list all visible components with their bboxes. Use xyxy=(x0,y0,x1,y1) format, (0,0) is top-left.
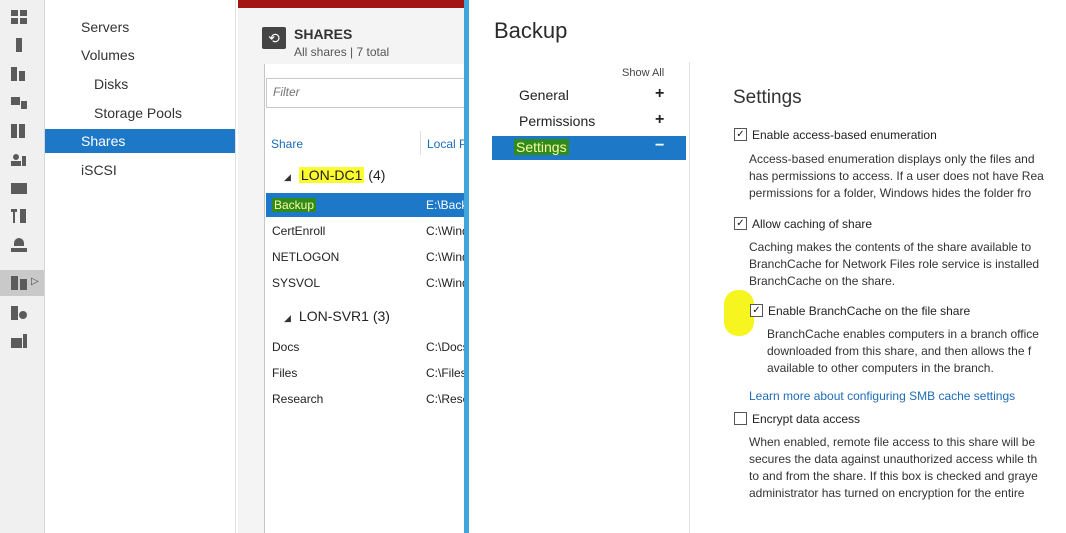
nav-item-disks[interactable]: Disks xyxy=(45,72,235,96)
nav-item-volumes[interactable]: Volumes xyxy=(45,43,235,67)
filter-box[interactable] xyxy=(266,78,469,108)
file-storage-nav: Servers Volumes Disks Storage Pools Shar… xyxy=(45,0,236,533)
dialog-left-border xyxy=(464,0,469,533)
collapse-minus-icon[interactable]: − xyxy=(655,137,664,155)
dialog-nav-general[interactable]: General + xyxy=(492,84,686,108)
dialog-title: Backup xyxy=(494,18,568,43)
group-header-lon-svr1[interactable]: ◢ LON-SVR1 (3) xyxy=(284,308,390,324)
column-header-local-path[interactable]: Local Path xyxy=(427,137,465,151)
backup-icon[interactable] xyxy=(11,306,27,320)
nav-item-servers[interactable]: Servers xyxy=(45,15,235,39)
encrypt-description: When enabled, remote file access to this… xyxy=(749,435,1038,500)
ad-ds-icon[interactable] xyxy=(11,95,27,109)
nav-item-shares[interactable]: Shares xyxy=(45,129,235,153)
abe-label[interactable]: Enable access-based enumeration xyxy=(752,128,937,142)
branchcache-label[interactable]: Enable BranchCache on the file share xyxy=(768,304,970,318)
ad-cs-icon[interactable] xyxy=(11,124,27,138)
storage-pools-icon[interactable] xyxy=(11,276,27,290)
group-header-lon-dc1[interactable]: ◢ LON-DC1 (4) xyxy=(284,167,385,183)
abe-checkbox[interactable]: ✓ xyxy=(734,128,747,141)
iis-icon[interactable] xyxy=(11,238,27,252)
shares-folder-icon: ⟲ xyxy=(262,27,286,49)
file-services-icon[interactable] xyxy=(11,209,27,223)
nav-item-iscsi[interactable]: iSCSI xyxy=(45,158,235,182)
dashboard-icon[interactable] xyxy=(11,10,27,24)
encrypt-label[interactable]: Encrypt data access xyxy=(752,412,860,426)
caching-checkbox[interactable]: ✓ xyxy=(734,217,747,230)
table-row[interactable]: Docs C:\Docs xyxy=(266,335,466,359)
nav-item-storage-pools[interactable]: Storage Pools xyxy=(45,101,235,125)
dialog-nav-settings[interactable]: Settings − xyxy=(492,136,686,160)
shares-list-area xyxy=(264,64,469,533)
shares-title: SHARES xyxy=(294,26,353,42)
dns-icon[interactable] xyxy=(11,181,27,195)
caching-label[interactable]: Allow caching of share xyxy=(752,217,872,231)
abe-description: Access-based enumeration displays only t… xyxy=(749,152,1044,200)
table-row[interactable]: Research C:\Research xyxy=(266,387,466,411)
dialog-nav-permissions[interactable]: Permissions + xyxy=(492,110,686,134)
panel-top-bar xyxy=(238,0,466,8)
show-all-link[interactable]: Show All xyxy=(622,67,664,79)
wsus-icon[interactable] xyxy=(11,334,27,348)
column-header-share[interactable]: Share xyxy=(271,137,303,151)
expand-arrow-icon[interactable]: ▷ xyxy=(31,276,39,287)
expand-plus-icon[interactable]: + xyxy=(655,111,664,129)
filter-input[interactable] xyxy=(267,79,469,105)
table-row[interactable]: Backup E:\Backup xyxy=(266,193,466,217)
encrypt-checkbox[interactable] xyxy=(734,412,747,425)
table-row[interactable]: NETLOGON C:\Windows\SYSVOL\sysvol\...\SC… xyxy=(266,245,466,269)
learn-more-link[interactable]: Learn more about configuring SMB cache s… xyxy=(749,389,1015,403)
table-row[interactable]: Files C:\Files xyxy=(266,361,466,385)
collapse-triangle-icon[interactable]: ◢ xyxy=(284,313,291,323)
table-row[interactable]: CertEnroll C:\Windows\System32\CertSrv\C… xyxy=(266,219,466,243)
caching-description: Caching makes the contents of the share … xyxy=(749,240,1040,288)
branchcache-checkbox[interactable]: ✓ xyxy=(750,304,763,317)
dhcp-icon[interactable] xyxy=(11,152,27,166)
column-separator[interactable] xyxy=(420,131,421,155)
all-servers-icon[interactable] xyxy=(11,67,27,81)
local-server-icon[interactable] xyxy=(11,38,27,52)
branchcache-description: BranchCache enables computers in a branc… xyxy=(767,327,1039,375)
table-row[interactable]: SYSVOL C:\Windows\SYSVOL\sysvol xyxy=(266,271,466,295)
collapse-triangle-icon[interactable]: ◢ xyxy=(284,172,291,182)
icon-rail: ▷ xyxy=(0,0,45,533)
shares-subtitle: All shares | 7 total xyxy=(294,45,390,59)
settings-heading: Settings xyxy=(733,87,802,108)
dialog-separator xyxy=(689,62,690,533)
expand-plus-icon[interactable]: + xyxy=(655,85,664,103)
